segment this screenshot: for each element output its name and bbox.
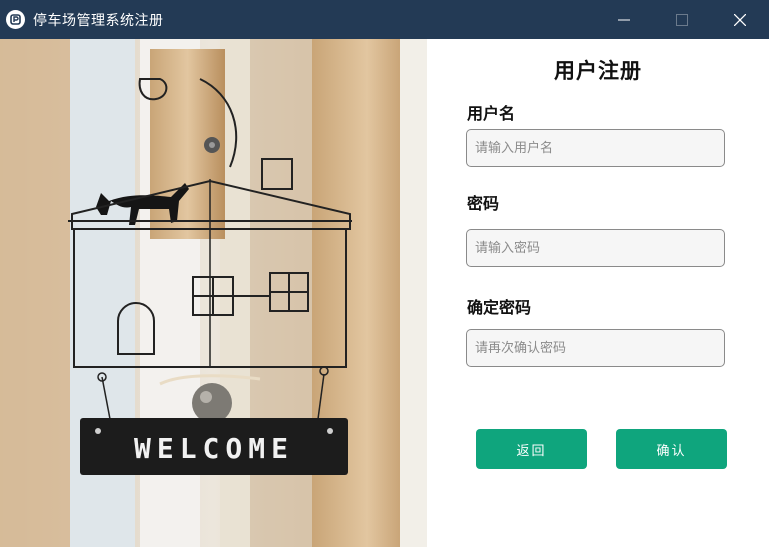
confirm-password-input[interactable]: [466, 329, 725, 367]
welcome-sign-photo: WELCOME: [0, 39, 427, 547]
password-label: 密码: [467, 194, 500, 213]
minimize-icon[interactable]: [595, 0, 653, 39]
close-icon[interactable]: [711, 0, 769, 39]
back-button[interactable]: 返回: [476, 429, 587, 469]
confirm-button[interactable]: 确认: [616, 429, 727, 469]
confirm-password-label: 确定密码: [467, 298, 532, 317]
form-title: 用户注册: [554, 59, 642, 83]
window-title: 停车场管理系统注册: [33, 12, 164, 29]
title-bar: 停车场管理系统注册: [0, 0, 769, 39]
registration-form: 用户注册 用户名 密码 确定密码 返回 确认: [427, 39, 769, 547]
welcome-sign-text: WELCOME: [134, 432, 294, 465]
app-icon: [6, 10, 25, 29]
username-label: 用户名: [467, 104, 516, 123]
maximize-icon[interactable]: [653, 0, 711, 39]
password-input[interactable]: [466, 229, 725, 267]
username-input[interactable]: [466, 129, 725, 167]
